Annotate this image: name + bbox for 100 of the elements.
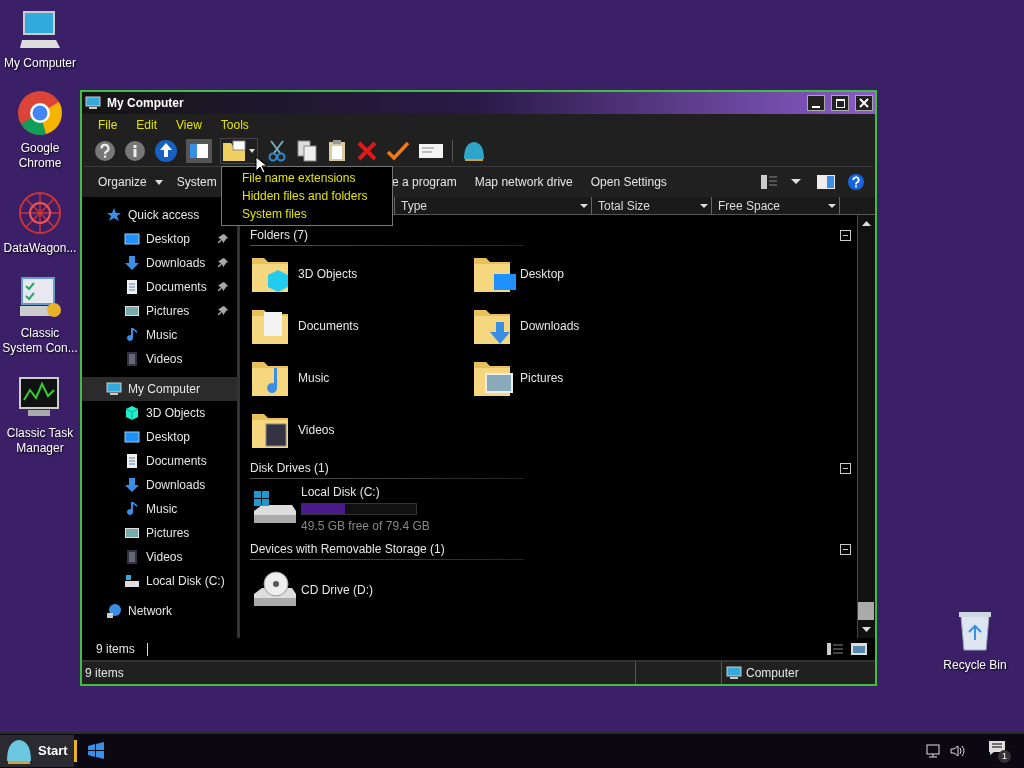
- picture-icon: [124, 525, 140, 541]
- nav-item[interactable]: Desktop: [82, 227, 237, 251]
- start-button[interactable]: Start: [0, 735, 74, 767]
- desktop-icon-label[interactable]: My Computer: [4, 56, 76, 71]
- window-title: My Computer: [107, 95, 185, 112]
- scrollbar[interactable]: [857, 215, 875, 638]
- nav-item[interactable]: Local Disk (C:): [82, 569, 237, 593]
- caret-icon: [828, 203, 836, 208]
- preview-pane-icon[interactable]: [817, 175, 835, 189]
- group-header: Disk Drives (1): [250, 460, 330, 477]
- nav-item[interactable]: Documents: [82, 449, 237, 473]
- desktop-icon-label[interactable]: Recycle Bin: [943, 656, 1007, 674]
- folder-item[interactable]: Music: [250, 356, 472, 400]
- help-icon[interactable]: [847, 173, 865, 191]
- help-icon[interactable]: [94, 140, 116, 162]
- command-button[interactable]: Organize: [90, 173, 169, 191]
- command-button[interactable]: Map network drive: [466, 173, 583, 191]
- computer-icon: [85, 95, 101, 111]
- checkmark-icon[interactable]: [386, 139, 410, 163]
- close-icon: [859, 98, 869, 108]
- close-button[interactable]: [855, 95, 873, 111]
- menu-option[interactable]: File name extensions: [222, 169, 392, 187]
- shell-logo-icon[interactable]: [461, 139, 487, 163]
- nav-item[interactable]: Music: [82, 497, 237, 521]
- speaker-icon[interactable]: [950, 743, 966, 759]
- maximize-button[interactable]: [831, 95, 849, 111]
- panes-icon[interactable]: [186, 139, 212, 163]
- collapse-icon[interactable]: [840, 543, 851, 555]
- command-button[interactable]: Open Settings: [582, 173, 677, 191]
- drive-item[interactable]: CD Drive (D:): [250, 566, 450, 614]
- music-note-icon: [124, 501, 140, 517]
- folder-item[interactable]: Documents: [250, 304, 472, 348]
- collapse-icon[interactable]: [840, 229, 851, 241]
- pin-icon[interactable]: [217, 281, 229, 293]
- folder-item[interactable]: Pictures: [472, 356, 694, 400]
- drive-item[interactable]: Local Disk (C:) 49.5 GB free of 79.4 GB: [250, 485, 450, 533]
- nav-item[interactable]: Pictures: [82, 299, 237, 323]
- network-icon[interactable]: [926, 743, 942, 759]
- folder-item[interactable]: Desktop: [472, 252, 694, 296]
- caret-icon: [700, 203, 708, 208]
- chrome-logo-icon: [16, 89, 64, 137]
- nav-item[interactable]: Downloads: [82, 473, 237, 497]
- drive-icon: [124, 573, 140, 589]
- menu-item[interactable]: File: [90, 116, 126, 134]
- caret-icon[interactable]: [791, 179, 801, 185]
- minimize-button[interactable]: [807, 95, 825, 111]
- info-icon[interactable]: [124, 140, 146, 162]
- nav-item[interactable]: Music: [82, 323, 237, 347]
- details-view-icon[interactable]: [827, 643, 843, 655]
- nav-item[interactable]: Desktop: [82, 425, 237, 449]
- nav-item[interactable]: 3D Objects: [82, 401, 237, 425]
- clipboard-icon[interactable]: [326, 139, 348, 163]
- nav-item[interactable]: Documents: [82, 275, 237, 299]
- pin-icon[interactable]: [217, 305, 229, 317]
- pin-icon[interactable]: [217, 257, 229, 269]
- scroll-thumb[interactable]: [858, 602, 874, 620]
- menu-option[interactable]: Hidden files and folders: [222, 187, 392, 205]
- group-header: Devices with Removable Storage (1): [250, 541, 446, 558]
- view-details-icon[interactable]: [761, 175, 777, 189]
- monitor-icon: [124, 429, 140, 445]
- pin-icon[interactable]: [217, 233, 229, 245]
- collapse-icon[interactable]: [840, 462, 851, 474]
- shell-logo-icon: [4, 737, 34, 765]
- desktop-icon-label[interactable]: Classic System Con...: [0, 326, 80, 356]
- nav-item[interactable]: My Computer: [82, 377, 237, 401]
- delete-x-icon[interactable]: [356, 139, 378, 163]
- nav-item[interactable]: Pictures: [82, 521, 237, 545]
- command-button[interactable]: e a program: [392, 173, 467, 191]
- folder-item[interactable]: 3D Objects: [250, 252, 472, 296]
- menu-item[interactable]: Edit: [128, 116, 166, 134]
- item-count: 9 items: [96, 641, 135, 658]
- star-icon: [106, 207, 122, 223]
- tiles-view-icon[interactable]: [851, 643, 867, 655]
- copy-icon[interactable]: [296, 139, 318, 163]
- menu-item[interactable]: Tools: [212, 116, 257, 134]
- network-globe-icon: [106, 603, 122, 619]
- nav-item[interactable]: Videos: [82, 545, 237, 569]
- desktop-icon-label[interactable]: Google Chrome: [0, 141, 80, 171]
- group-header: Folders (7): [250, 227, 309, 244]
- desktop-icon-label[interactable]: Classic Task Manager: [0, 426, 80, 456]
- nav-item[interactable]: Network: [82, 599, 237, 623]
- folder-item[interactable]: Videos: [250, 408, 472, 452]
- cube-icon: [124, 405, 140, 421]
- document-icon: [124, 279, 140, 295]
- nav-item[interactable]: Videos: [82, 347, 237, 371]
- column-header[interactable]: Total Size: [592, 197, 712, 214]
- monitor-icon: [124, 231, 140, 247]
- column-header[interactable]: Free Space: [712, 197, 840, 214]
- document-icon: [124, 453, 140, 469]
- nav-item[interactable]: Downloads: [82, 251, 237, 275]
- scissors-icon[interactable]: [266, 139, 288, 163]
- music-note-icon: [124, 327, 140, 343]
- folder-item[interactable]: Downloads: [472, 304, 694, 348]
- command-button[interactable]: System: [168, 173, 223, 191]
- folder-options-icon[interactable]: [221, 139, 247, 163]
- desktop-icon-label[interactable]: DataWagon...: [3, 241, 77, 256]
- menu-item[interactable]: View: [168, 116, 210, 134]
- column-header[interactable]: Type: [395, 197, 592, 214]
- film-icon: [124, 351, 140, 367]
- down-arrow-icon: [124, 255, 140, 271]
